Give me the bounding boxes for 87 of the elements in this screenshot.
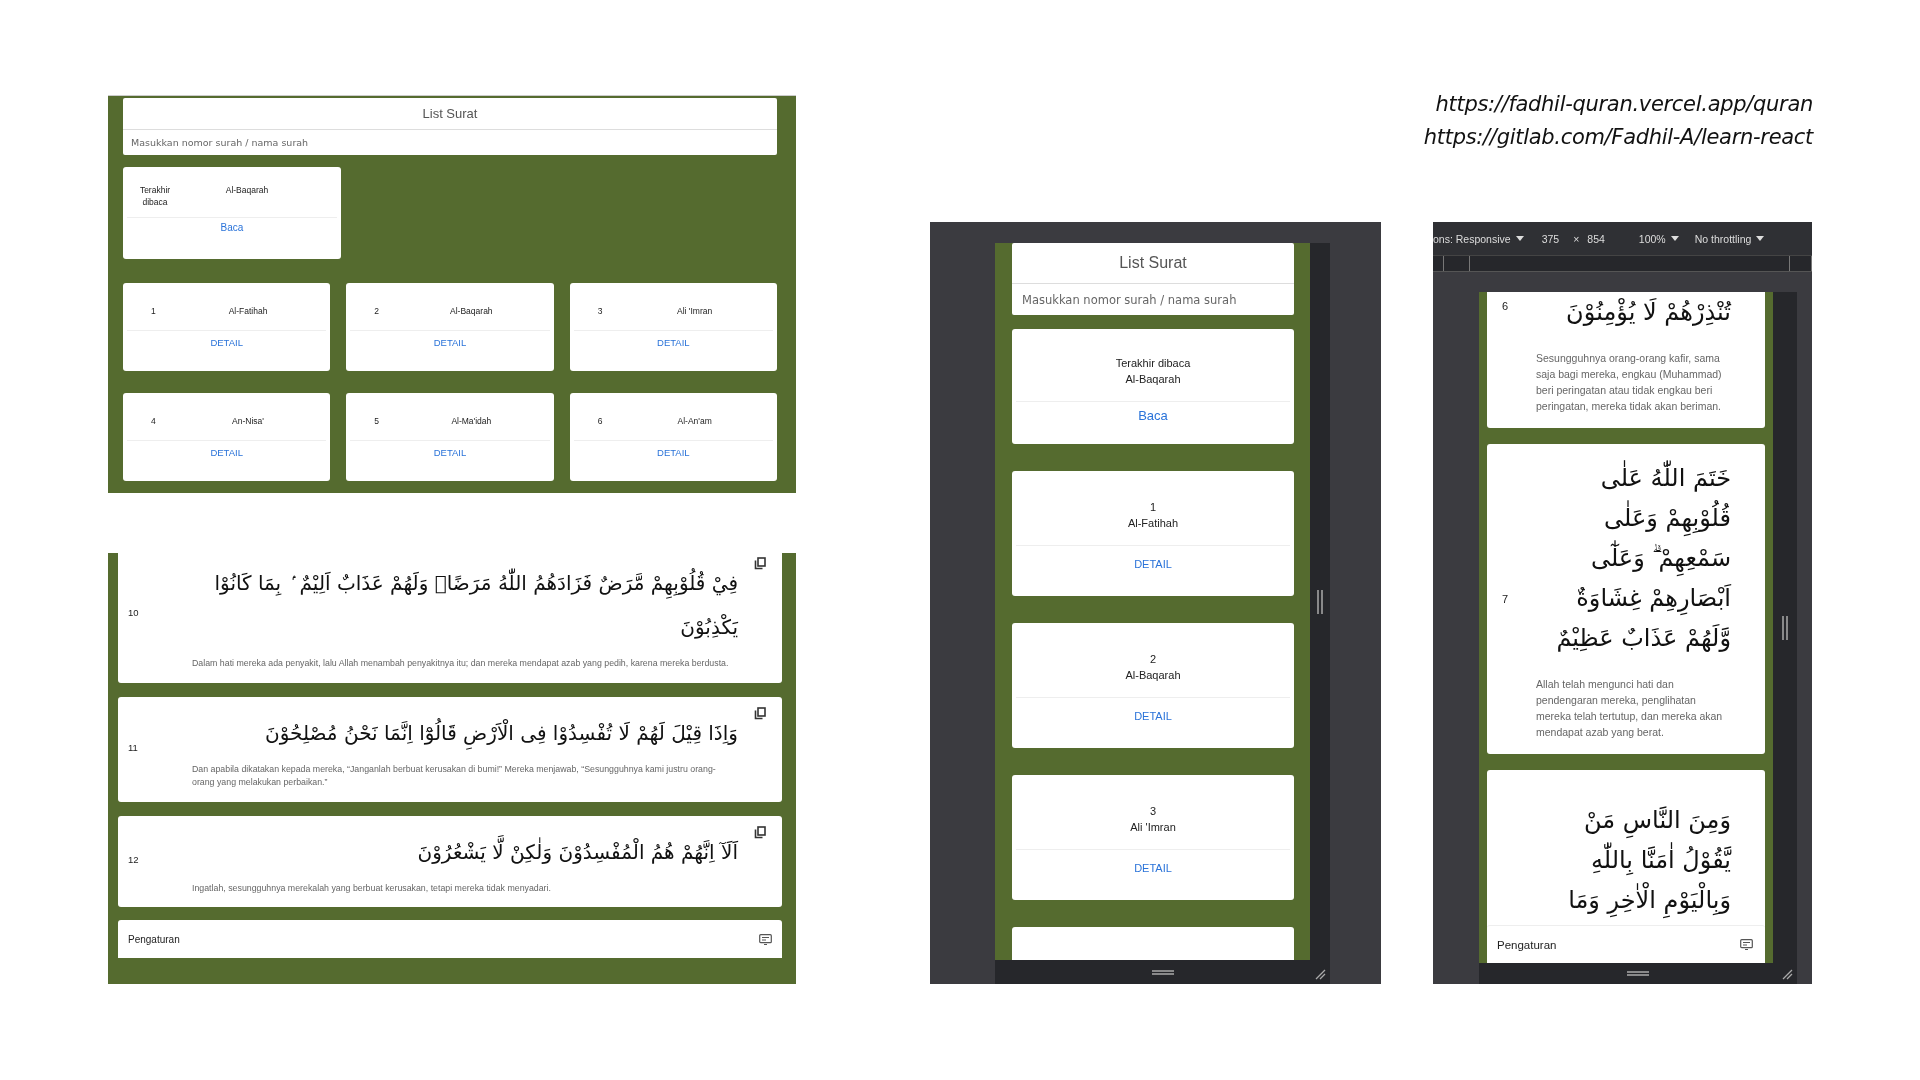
width-field[interactable]: 375 (1541, 232, 1560, 245)
verse-number: 12 (128, 853, 140, 865)
surah-card[interactable]: 6 Al-An'am DETAIL (569, 393, 777, 481)
surah-name: Al-Baqarah (449, 306, 494, 316)
verse-number: 10 (128, 607, 140, 619)
detail-link[interactable]: DETAIL (657, 337, 690, 348)
verse-number: 7 (1502, 593, 1510, 605)
height-field[interactable]: 854 (1587, 232, 1605, 245)
times-sign: × (1573, 232, 1580, 245)
settings-icon[interactable] (759, 933, 772, 945)
resize-handle-icon[interactable] (1317, 589, 1323, 614)
device-dropdown[interactable]: ons: Responsive (1433, 232, 1524, 245)
surah-number: 1 (150, 306, 157, 316)
arabic-text: اَلَآ اِنَّهُمْ هُمُ الْمُفْسِدُوْنَ وَلٰكِنْ لَّا يَشْعُرُوْنَ (192, 823, 738, 874)
surah-number: 5 (373, 416, 381, 426)
caret-icon[interactable] (1756, 236, 1765, 241)
surah-number: 1 (1149, 500, 1157, 515)
translation-text: Ingatlah, sesungguhnya merekalah yang berbuat kerusakan, tetapi mereka tidak menyadari. (192, 881, 552, 895)
detail-link[interactable]: DETAIL (1134, 862, 1172, 874)
read-link[interactable]: Baca (1138, 408, 1168, 423)
copy-icon[interactable] (754, 557, 766, 570)
translation-text: Dan apabila dikatakan kepada mereka, “Janganlah berbuat kerusakan di bumi!” Mereka menjawab, “Sesungguhnya kami justru orang-orang yang melakukan perbaikan.” (192, 762, 717, 789)
surah-number: 2 (1149, 652, 1157, 667)
arabic-text: وَمِنَ النَّاسِ مَنْ يَّقُوْلُ اٰمَنَّا بِاللّٰهِ وَبِالْيَوْمِ الْاٰخِرِ وَمَا (1536, 800, 1731, 920)
surah-name: Ali 'Imran (1130, 820, 1176, 835)
detail-link[interactable]: DETAIL (433, 337, 467, 348)
surah-name: Al-Fatihah (227, 306, 269, 316)
surah-card[interactable]: 3 Ali 'Imran DETAIL (1012, 775, 1294, 900)
page-title: List Surat (1119, 254, 1187, 272)
settings-bar[interactable]: Pengaturan (118, 920, 782, 958)
verse-number: 11 (128, 741, 139, 753)
detail-link[interactable]: DETAIL (210, 447, 243, 458)
detail-link[interactable]: DETAIL (1134, 710, 1172, 722)
page-title: List Surat (422, 106, 478, 121)
surah-card[interactable]: 2 Al-Baqarah DETAIL (346, 283, 554, 371)
caret-icon[interactable] (1515, 236, 1524, 241)
throttling-dropdown[interactable]: No throttling (1694, 232, 1765, 245)
translation-text: Dalam hati mereka ada penyakit, lalu Allah menambah penyakitnya itu; dan mereka mendapat azab yang pedih, karena mereka berdusta. (192, 657, 730, 670)
link[interactable]: https://fadhil-quran.vercel.app/quran (1435, 92, 1813, 116)
settings-label: Pengaturan (128, 933, 180, 945)
surah-card[interactable]: 5 Al-Ma'idah DETAIL (346, 393, 554, 481)
resize-handle-icon[interactable] (1627, 971, 1649, 976)
last-read-label: Terakhir dibaca (1115, 356, 1191, 371)
surah-card[interactable]: 3 Ali 'Imran DETAIL (569, 283, 777, 371)
surah-name: Al-Baqarah (1125, 668, 1181, 683)
surah-card[interactable]: 4 An-Nisa' DETAIL (123, 393, 331, 481)
surah-number: 2 (373, 306, 381, 316)
settings-label: Pengaturan (1497, 938, 1557, 951)
verse-number: 6 (1502, 299, 1510, 312)
surah-number: 4 (150, 416, 157, 426)
arabic-text: وَاِذَا قِيْلَ لَهُمْ لَا تُفْسِدُوْا فِى الْاَرْضِ قَالُوْٓا اِنَّمَا نَحْنُ مُصْلِحُوْنَ (192, 704, 738, 755)
arabic-text: خَتَمَ اللّٰهُ عَلٰى قُلُوْبِهِمْ وَعَلٰى سَمْعِهِمْ ۗ وَعَلٰٓى اَبْصَارِهِمْ غِشَاوَةٌ وَّلَهُمْ عَذَابٌ عَظِيْمٌ (1536, 458, 1731, 658)
surah-name: Al-Baqarah (224, 185, 270, 195)
surah-card[interactable]: 1 Al-Fatihah DETAIL (1012, 471, 1294, 596)
resize-handle-icon[interactable] (1151, 969, 1174, 975)
surah-name: Al-Ma'idah (450, 416, 493, 426)
surah-name: Al-Fatihah (1127, 516, 1179, 531)
copy-icon[interactable] (754, 825, 766, 839)
search-field[interactable]: Masukkan nomor surah / nama surah (123, 130, 777, 155)
translation-text: Allah telah mengunci hati dan pendengaran mereka, penglihatan mereka telah tertutup, dan mereka akan mendapat azab yang berat. (1536, 677, 1724, 740)
settings-icon[interactable] (1740, 939, 1753, 950)
surah-number: 3 (596, 306, 604, 316)
last-read-label: Terakhir dibaca (138, 184, 172, 208)
resize-corner-icon[interactable] (1315, 969, 1326, 980)
arabic-text: تُنْذِرْهُمْ لَا يُؤْمِنُوْنَ (1565, 297, 1731, 328)
surah-name: Al-Baqarah (1125, 372, 1181, 387)
resize-corner-icon[interactable] (1782, 969, 1793, 980)
detail-link[interactable]: DETAIL (1134, 558, 1172, 570)
surah-number: 6 (596, 416, 604, 426)
surah-name: Al-An'am (676, 416, 713, 426)
translation-text: Sesungguhnya orang-orang kafir, sama saja bagi mereka, engkau (Muhammad) beri peringatan atau tidak engkau beri peringatan, mereka tidak akan beriman. (1536, 351, 1723, 414)
zoom-dropdown[interactable]: 100% (1638, 232, 1679, 245)
read-link[interactable]: Baca (220, 222, 244, 233)
surah-name: Ali 'Imran (676, 306, 714, 316)
surah-card[interactable]: 1 Al-Fatihah DETAIL (123, 283, 331, 371)
search-field[interactable]: Masukkan nomor surah / nama surah (1012, 284, 1294, 315)
arabic-text: فِيْ قُلُوْبِهِمْ مَّرَضٌ فَزَادَهُمُ اللّٰهُ مَرَضًاۚ وَلَهُمْ عَذَابٌ اَلِيْمٌ ۢ بِمَا كَانُوْا يَكْذِبُوْنَ (192, 555, 738, 649)
resize-handle-icon[interactable] (1782, 615, 1788, 640)
caret-icon[interactable] (1670, 236, 1679, 241)
detail-link[interactable]: DETAIL (433, 447, 467, 458)
copy-icon[interactable] (754, 706, 766, 720)
surah-name: An-Nisa' (231, 416, 265, 426)
detail-link[interactable]: DETAIL (210, 337, 243, 348)
surah-number: 3 (1149, 804, 1157, 819)
surah-card[interactable]: 2 Al-Baqarah DETAIL (1012, 623, 1294, 748)
detail-link[interactable]: DETAIL (657, 447, 690, 458)
link[interactable]: https://gitlab.com/Fadhil-A/learn-react (1423, 125, 1813, 149)
